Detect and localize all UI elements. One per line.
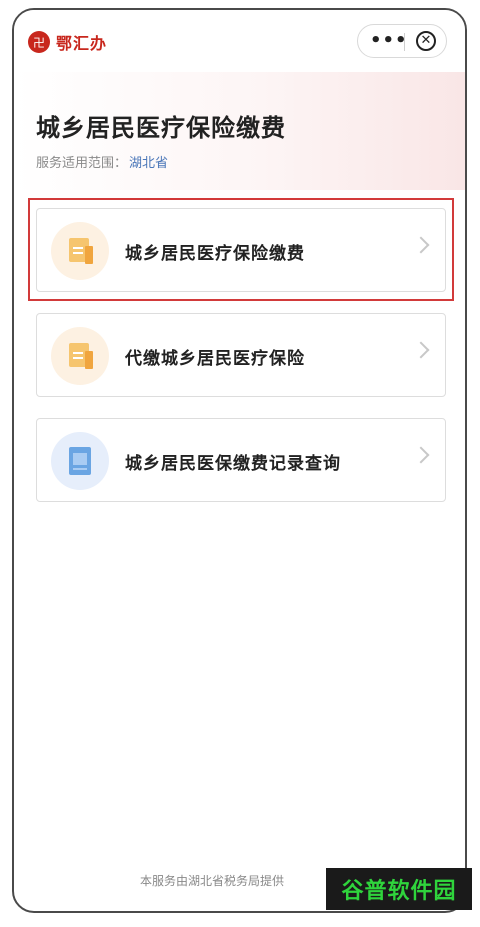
service-label: 城乡居民医疗保险缴费: [125, 244, 305, 264]
more-options-icon[interactable]: •••: [370, 31, 408, 51]
service-card-proxy-payment[interactable]: 代缴城乡居民医疗保险: [36, 313, 446, 397]
chevron-right-icon: [412, 341, 430, 359]
capsule-divider: [404, 33, 405, 51]
service-icon-bg: [51, 222, 109, 280]
footer-provider-text: 本服务由湖北省税务局提供: [140, 874, 285, 888]
service-icon-bg: [51, 327, 109, 385]
phone-frame: 卍 鄂汇办 ••• ✕ 城乡居民医疗保险缴费 服务适用范围： 湖北省 城乡居民医疗…: [12, 8, 467, 913]
record-book-icon: [69, 447, 91, 475]
chevron-right-icon: [412, 446, 430, 464]
document-icon: [69, 238, 93, 264]
hero-banner: 城乡居民医疗保险缴费 服务适用范围： 湖北省: [14, 72, 465, 190]
scope-value: 湖北省: [129, 156, 169, 171]
watermark-text: 谷普软件园: [341, 879, 457, 904]
document-icon: [69, 343, 93, 369]
close-icon[interactable]: ✕: [416, 31, 436, 51]
top-bar: 卍 鄂汇办 ••• ✕: [14, 10, 465, 72]
service-scope: 服务适用范围： 湖北省: [36, 152, 168, 171]
watermark-logo: 谷普软件园: [326, 868, 472, 910]
service-label: 城乡居民医保缴费记录查询: [125, 454, 341, 474]
page-title: 城乡居民医疗保险缴费: [36, 114, 286, 142]
logo-icon: 卍: [28, 31, 50, 53]
chevron-right-icon: [412, 236, 430, 254]
app-logo: 卍 鄂汇办: [28, 30, 107, 54]
app-brand-name: 鄂汇办: [56, 34, 108, 53]
service-label: 代缴城乡居民医疗保险: [125, 349, 305, 369]
service-icon-bg: [51, 432, 109, 490]
mini-program-capsule: ••• ✕: [357, 24, 447, 58]
service-card-insurance-payment[interactable]: 城乡居民医疗保险缴费: [36, 208, 446, 292]
scope-label: 服务适用范围：: [36, 156, 128, 171]
service-card-payment-records[interactable]: 城乡居民医保缴费记录查询: [36, 418, 446, 502]
